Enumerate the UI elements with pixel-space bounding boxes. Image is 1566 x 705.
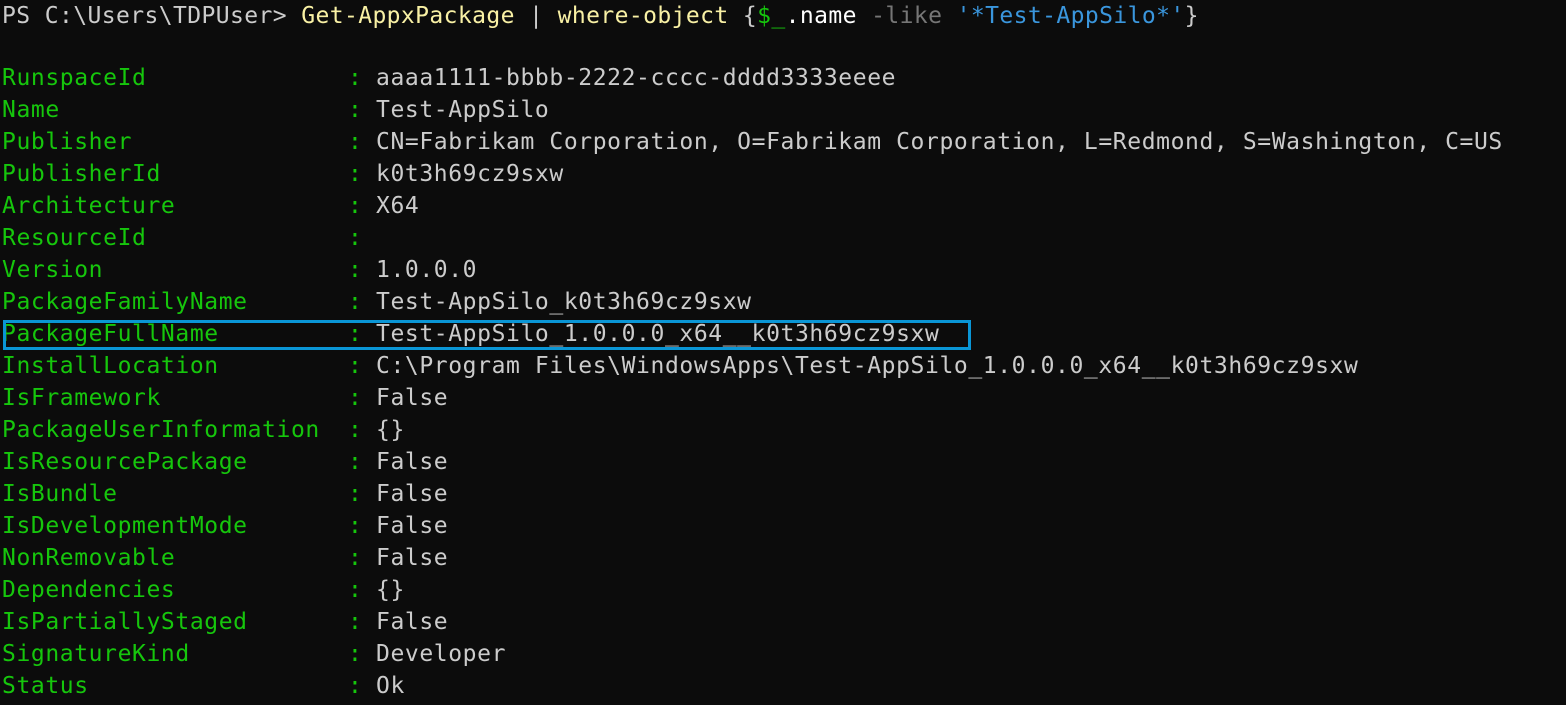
property-row-is-development-mode: IsDevelopmentMode: False [2,510,1503,542]
property-value: False [376,481,449,507]
property-separator: : [348,225,362,251]
property-value: X64 [376,193,420,219]
property-key: ResourceId [2,225,147,251]
property-row-is-partially-staged: IsPartiallyStaged: False [2,606,1503,638]
property-key: SignatureKind [2,641,190,667]
property-key: PackageFullName [2,321,219,347]
property-value: False [376,449,449,475]
property-row-package-family-name: PackageFamilyName: Test-AppSilo_k0t3h69cz… [2,286,1503,318]
property-separator: : [348,513,362,539]
property-value: CN=Fabrikam Corporation, O=Fabrikam Corp… [376,129,1503,155]
property-key: Publisher [2,129,133,155]
property-row-publisher: Publisher: CN=Fabrikam Corporation, O=Fab… [2,126,1503,158]
property-key: PackageUserInformation [2,417,320,443]
property-row-package-user-information: PackageUserInformation: {} [2,414,1503,446]
property-separator: : [348,289,362,315]
property-separator: : [348,481,362,507]
property-value: Test-AppSilo_k0t3h69cz9sxw [376,289,752,315]
property-key: IsPartiallyStaged [2,609,248,635]
property-key: Dependencies [2,577,176,603]
property-row-install-location: InstallLocation: C:\Program Files\Windows… [2,350,1503,382]
property-separator: : [348,577,362,603]
property-key: PublisherId [2,161,161,187]
property-row-package-full-name: PackageFullName: Test-AppSilo_1.0.0.0_x64… [2,318,1503,350]
close-brace: } [1184,3,1199,29]
property-row-architecture: Architecture: X64 [2,190,1503,222]
property-separator: : [348,97,362,123]
property-value: Test-AppSilo [376,97,550,123]
property-value: False [376,545,449,571]
property-separator: : [348,385,362,411]
prompt: PS C:\Users\TDPUser> [2,3,302,29]
property-key: Name [2,97,60,123]
property-row-runspace-id: RunspaceId: aaaa1111-bbbb-2222-cccc-dddd3… [2,62,1503,94]
property-separator: : [348,193,362,219]
pipeline-variable: $_ [757,3,786,29]
property-key: Version [2,257,104,283]
open-brace: { [728,3,758,29]
property-value: Test-AppSilo_1.0.0.0_x64__k0t3h69cz9sxw [376,321,940,347]
property-row-non-removable: NonRemovable: False [2,542,1503,574]
property-row-is-bundle: IsBundle: False [2,478,1503,510]
property-key: RunspaceId [2,65,147,91]
filter-pattern: '*Test-AppSilo*' [956,3,1185,29]
property-row-version: Version:1.0.0.0 [2,254,1503,286]
like-operator: -like [856,3,957,29]
property-accessor: .name [785,3,857,29]
cmdlet-get-appxpackage: Get-AppxPackage [301,3,515,29]
property-separator: : [348,641,362,667]
property-value: 1.0.0.0 [376,257,478,283]
property-separator: : [348,65,362,91]
property-key: Status [2,673,89,699]
package-properties-list: RunspaceId: aaaa1111-bbbb-2222-cccc-dddd3… [2,62,1503,702]
property-value: aaaa1111-bbbb-2222-cccc-dddd3333eeee [376,65,897,91]
property-key: IsBundle [2,481,118,507]
property-separator: : [348,545,362,571]
property-separator: : [348,609,362,635]
property-value: k0t3h69cz9sxw [376,161,564,187]
property-value: False [376,609,449,635]
pipe-operator: | [514,3,558,29]
command-line: PS C:\Users\TDPUser> Get-AppxPackage | w… [2,0,1199,32]
property-row-resource-id: ResourceId: [2,222,1503,254]
property-key: IsDevelopmentMode [2,513,248,539]
property-key: IsFramework [2,385,161,411]
property-row-dependencies: Dependencies: {} [2,574,1503,606]
property-separator: : [348,257,362,283]
cmdlet-where-object: where-object [557,3,729,29]
property-value: Ok [376,673,405,699]
property-separator: : [348,129,362,155]
property-value: Developer [376,641,507,667]
property-key: PackageFamilyName [2,289,248,315]
property-separator: : [348,449,362,475]
property-row-publisher-id: PublisherId: k0t3h69cz9sxw [2,158,1503,190]
property-separator: : [348,673,362,699]
property-separator: : [348,417,362,443]
property-key: InstallLocation [2,353,219,379]
property-separator: : [348,321,362,347]
property-row-status: Status: Ok [2,670,1503,702]
property-row-name: Name: Test-AppSilo [2,94,1503,126]
property-separator: : [348,161,362,187]
property-key: Architecture [2,193,176,219]
powershell-terminal[interactable]: PS C:\Users\TDPUser> Get-AppxPackage | w… [2,0,1566,705]
property-row-is-framework: IsFramework: False [2,382,1503,414]
property-value: False [376,513,449,539]
property-key: NonRemovable [2,545,176,571]
property-value: C:\Program Files\WindowsApps\Test-AppSil… [376,353,1359,379]
property-value: {} [376,577,405,603]
property-row-is-resource-package: IsResourcePackage: False [2,446,1503,478]
property-key: IsResourcePackage [2,449,248,475]
property-value: {} [376,417,405,443]
property-separator: : [348,353,362,379]
property-value: False [376,385,449,411]
property-row-signature-kind: SignatureKind: Developer [2,638,1503,670]
